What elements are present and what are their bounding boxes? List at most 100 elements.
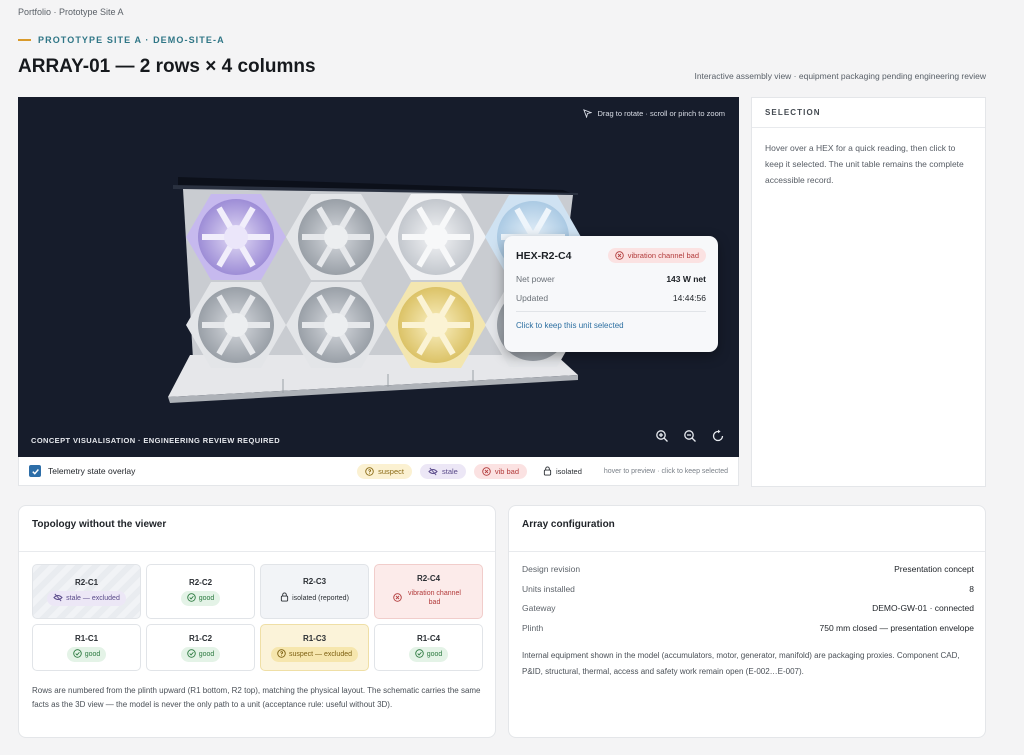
cell-id: R2-C1 [74, 577, 99, 587]
config-row: Gateway DEMO-GW-01 · connected [522, 603, 974, 623]
viewer-controls [655, 429, 725, 443]
assembly-3d-viewer[interactable]: Drag to rotate · scroll or pinch to zoom… [18, 97, 739, 457]
topology-cell-r2-c1[interactable]: R2-C1 stale — excluded [32, 564, 141, 619]
cell-status: good [180, 590, 221, 606]
viewer-hint-text: Drag to rotate · scroll or pinch to zoom [597, 109, 725, 118]
cell-id: R2-C2 [188, 577, 213, 587]
cell-status: good [180, 646, 221, 662]
config-key: Units installed [522, 583, 575, 594]
updated-value: 14:44:56 [672, 293, 706, 303]
selection-panel: SELECTION Hover over a HEX for a quick r… [751, 97, 986, 487]
error-icon [392, 592, 402, 604]
legend-chip-vib: vib bad [473, 463, 528, 479]
tooltip-status-badge: vibration channel bad [607, 248, 706, 263]
topology-grid: R2-C1 stale — excluded R2-C2 good R2-C3 isola… [32, 564, 483, 671]
updated-label: Updated [516, 293, 549, 303]
eye-off-icon [428, 467, 438, 475]
breadcrumb[interactable]: Portfolio · Prototype Site A [18, 7, 124, 17]
eyebrow-dash [18, 39, 31, 41]
cell-status-text: good [84, 650, 101, 658]
topology-title: Topology without the viewer [19, 506, 495, 552]
reset-view-icon[interactable] [711, 429, 725, 443]
config-row: Units installed 8 [522, 584, 974, 604]
cell-status: vibration channel bad [387, 587, 471, 609]
config-key: Plinth [522, 622, 544, 633]
config-value: 750 mm closed — presentation envelope [819, 622, 974, 633]
eyebrow: PROTOTYPE SITE A · DEMO-SITE-A [18, 35, 225, 45]
cell-id: R1-C3 [302, 633, 327, 643]
cell-status-text: good [198, 594, 215, 602]
legend-chip-isolated: isolated [535, 463, 590, 479]
selection-body: Hover over a HEX for a quick reading, th… [765, 143, 964, 185]
eye-off-icon [53, 593, 63, 604]
config-title: Array configuration [509, 506, 985, 552]
cell-status-text: isolated (reported) [292, 594, 349, 602]
legend-chip-stale: stale [419, 463, 466, 479]
question-icon [277, 648, 286, 660]
topology-cell-r1-c1[interactable]: R1-C1 good [32, 624, 141, 671]
cell-status: stale — excluded [47, 590, 126, 606]
cell-id: R2-C4 [416, 574, 441, 583]
cell-status: good [66, 646, 107, 662]
overlay-checkbox[interactable] [29, 465, 41, 477]
lock-icon [543, 466, 552, 476]
check-circle-icon [186, 592, 196, 604]
legend-help: hover to preview · click to keep selecte… [603, 467, 728, 475]
overlay-label[interactable]: Telemetry state overlay [48, 466, 135, 476]
config-value: 8 [969, 583, 974, 594]
cell-status-text: good [198, 650, 215, 658]
legend-isolated-label: isolated [556, 466, 582, 476]
eyebrow-label: PROTOTYPE SITE A · DEMO-SITE-A [38, 35, 225, 45]
check-circle-icon [186, 648, 196, 660]
config-value: DEMO-GW-01 · connected [872, 603, 974, 613]
topology-cell-r2-c2[interactable]: R2-C2 good [146, 564, 255, 619]
cursor-icon [583, 109, 593, 118]
unit-tooltip[interactable]: HEX-R2-C4 vibration channel bad Net powe… [504, 236, 718, 352]
cell-status: good [408, 646, 449, 662]
topology-card: Topology without the viewer R2-C1 stale —… [18, 505, 496, 738]
config-value: Presentation concept [894, 564, 974, 574]
topology-cell-r1-c3[interactable]: R1-C3 suspect — excluded [260, 624, 369, 671]
config-row: Design revision Presentation concept [522, 564, 974, 584]
legend-suspect-label: suspect [378, 466, 404, 476]
check-circle-icon [72, 648, 82, 660]
zoom-in-icon[interactable] [655, 429, 669, 443]
viewer-hint: Drag to rotate · scroll or pinch to zoom [583, 109, 725, 118]
selection-header: SELECTION [752, 98, 985, 128]
config-row: Plinth 750 mm closed — presentation envel… [522, 623, 974, 643]
net-power-label: Net power [516, 274, 555, 284]
tooltip-unit-id: HEX-R2-C4 [516, 249, 572, 262]
topology-cell-r1-c4[interactable]: R1-C4 good [374, 624, 483, 671]
check-circle-icon [414, 648, 424, 660]
legend-stale-label: stale [441, 466, 458, 476]
topology-cell-r2-c3[interactable]: R2-C3 isolated (reported) [260, 564, 369, 619]
topology-cell-r1-c2[interactable]: R1-C2 good [146, 624, 255, 671]
config-note: Internal equipment shown in the model (a… [522, 651, 960, 676]
lock-icon [280, 592, 289, 604]
page-title: ARRAY-01 — 2 rows × 4 columns [18, 56, 316, 77]
net-power-value: 143 W net [666, 274, 706, 284]
question-icon [365, 466, 374, 476]
config-table: Design revision Presentation concept Unit… [522, 564, 974, 642]
topology-cell-r2-c4[interactable]: R2-C4 vibration channel bad [374, 564, 483, 619]
zoom-out-icon[interactable] [683, 429, 697, 443]
tooltip-status-text: vibration channel bad [627, 251, 699, 260]
cell-status-text: suspect — excluded [288, 650, 353, 658]
tooltip-cta[interactable]: Click to keep this unit selected [516, 321, 706, 330]
legend-bar: Telemetry state overlay suspect stale vi… [18, 457, 739, 486]
cell-status: isolated (reported) [274, 590, 355, 606]
tooltip-divider [516, 311, 706, 312]
cell-id: R1-C4 [416, 633, 441, 643]
topology-note: Rows are numbered from the plinth upward… [32, 686, 481, 709]
cell-status-text: stale — excluded [66, 594, 120, 602]
config-card: Array configuration Design revision Prese… [508, 505, 986, 738]
check-icon [31, 468, 39, 475]
legend-chip-suspect: suspect [357, 463, 412, 479]
viewer-caption: CONCEPT VISUALISATION · ENGINEERING REVI… [31, 436, 281, 445]
cell-status-text: vibration channel bad [408, 590, 461, 606]
cell-id: R2-C3 [302, 577, 327, 586]
page-subtitle: Interactive assembly view · equipment pa… [694, 71, 986, 81]
config-key: Gateway [522, 603, 556, 613]
cell-status: suspect — excluded [270, 646, 359, 662]
cell-status-text: good [426, 650, 443, 658]
